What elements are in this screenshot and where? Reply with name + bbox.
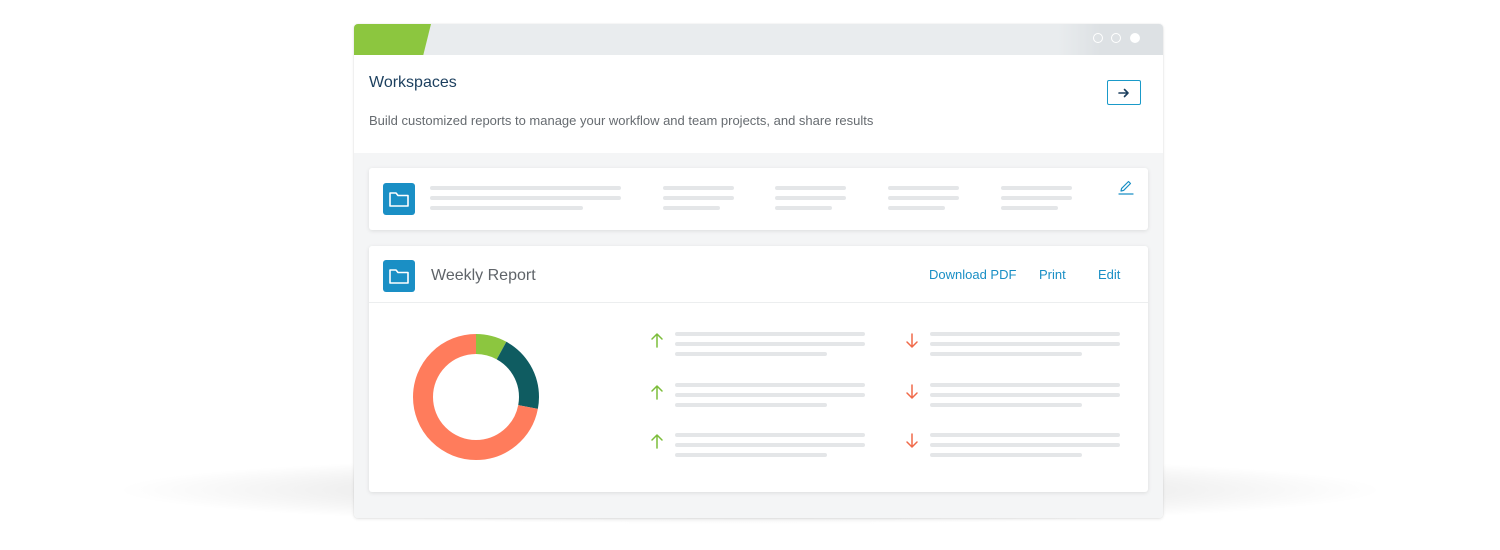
weekly-report-card: Weekly Report Download PDF Print Edit: [369, 246, 1148, 492]
placeholder-line: [430, 196, 621, 200]
print-link[interactable]: Print: [1039, 267, 1066, 282]
placeholder-line: [930, 383, 1120, 387]
arrow-down-icon: [906, 384, 918, 399]
placeholder-line: [930, 433, 1120, 437]
placeholder-line: [675, 393, 865, 397]
placeholder-line: [675, 433, 865, 437]
arrow-up-icon: [651, 385, 663, 400]
placeholder-line: [930, 453, 1082, 457]
arrow-up-icon: [651, 333, 663, 348]
placeholder-line: [930, 352, 1082, 356]
placeholder-line: [675, 443, 865, 447]
report-title: Weekly Report: [431, 267, 536, 284]
pencil-icon[interactable]: [1117, 178, 1135, 196]
placeholder-line: [675, 403, 827, 407]
report-header: Weekly Report Download PDF Print Edit: [369, 246, 1148, 303]
placeholder-line: [1001, 186, 1072, 190]
placeholder-line: [663, 186, 734, 190]
folder-icon: [383, 183, 415, 215]
placeholder-line: [430, 186, 621, 190]
app-window: Workspaces Build customized reports to m…: [354, 24, 1163, 518]
brand-accent-tab: [354, 24, 431, 55]
placeholder-line: [775, 196, 846, 200]
placeholder-line: [930, 443, 1120, 447]
window-dot[interactable]: [1093, 33, 1103, 43]
placeholder-line: [663, 196, 734, 200]
placeholder-line: [930, 342, 1120, 346]
donut-chart: [413, 334, 539, 460]
placeholder-line: [675, 342, 865, 346]
folder-icon: [383, 260, 415, 292]
placeholder-line: [675, 332, 865, 336]
window-titlebar: [354, 24, 1163, 55]
workspace-list: Weekly Report Download PDF Print Edit: [354, 153, 1163, 518]
open-workspaces-button[interactable]: [1107, 80, 1141, 105]
placeholder-line: [663, 206, 720, 210]
placeholder-line: [775, 186, 846, 190]
placeholder-line: [1001, 206, 1058, 210]
placeholder-line: [675, 383, 865, 387]
placeholder-line: [888, 206, 945, 210]
placeholder-line: [775, 206, 832, 210]
page-subtitle: Build customized reports to manage your …: [369, 113, 874, 128]
placeholder-line: [1001, 196, 1072, 200]
placeholder-line: [930, 332, 1120, 336]
arrow-down-icon: [906, 433, 918, 448]
placeholder-line: [930, 403, 1082, 407]
arrow-down-icon: [906, 333, 918, 348]
placeholder-line: [430, 206, 583, 210]
edit-link[interactable]: Edit: [1098, 267, 1120, 282]
placeholder-line: [888, 186, 959, 190]
window-dot[interactable]: [1111, 33, 1121, 43]
arrow-up-icon: [651, 434, 663, 449]
download-pdf-link[interactable]: Download PDF: [929, 267, 1016, 282]
placeholder-line: [675, 352, 827, 356]
arrow-right-icon: [1118, 88, 1129, 97]
placeholder-line: [888, 196, 959, 200]
placeholder-line: [675, 453, 827, 457]
window-dot-active[interactable]: [1130, 33, 1140, 43]
workspace-card-collapsed[interactable]: [369, 168, 1148, 230]
placeholder-line: [930, 393, 1120, 397]
page-title: Workspaces: [369, 74, 457, 91]
